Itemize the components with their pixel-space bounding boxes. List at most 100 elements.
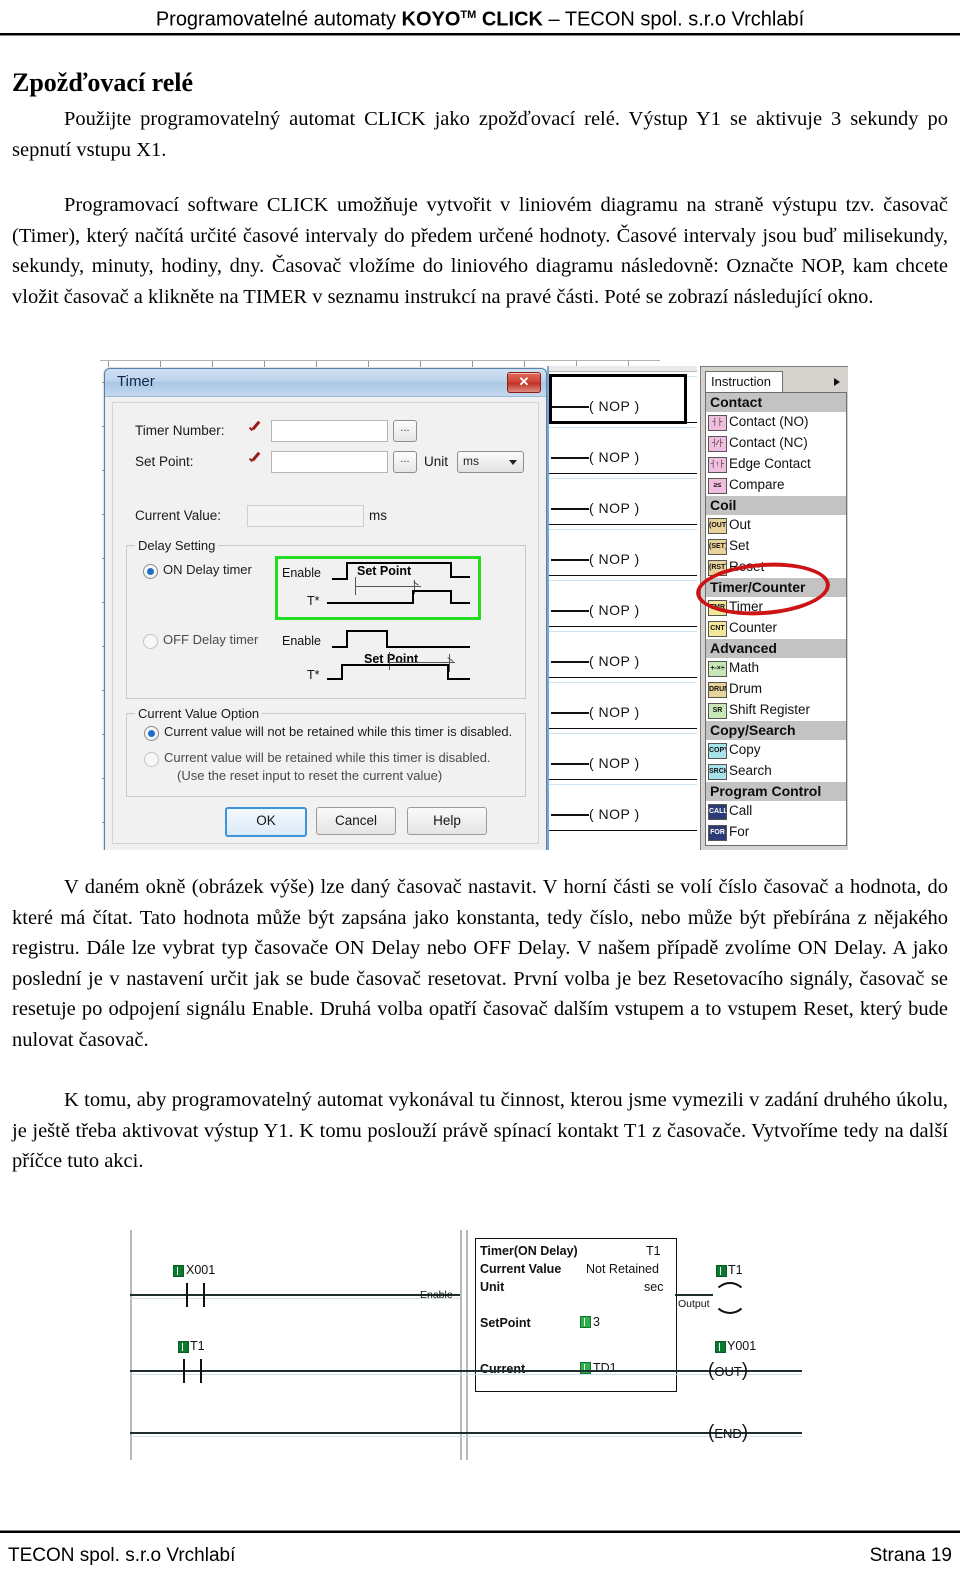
delay-setting-group-label: Delay Setting bbox=[135, 538, 219, 553]
ok-button[interactable]: OK bbox=[225, 807, 307, 837]
off-delay-radio[interactable] bbox=[143, 634, 158, 649]
paragraph-4: K tomu, aby programovatelný automat vyko… bbox=[12, 1089, 948, 1172]
current-value-label: Current Value: bbox=[135, 508, 222, 523]
instruction-item-search[interactable]: SRCH Search bbox=[706, 761, 846, 782]
instruction-item-drum[interactable]: DRUMDrum bbox=[706, 679, 846, 700]
timer-block-line2-left: Current Value bbox=[480, 1262, 562, 1276]
contact-no-icon: ┤├ bbox=[708, 415, 727, 431]
instruction-item-contact-no[interactable]: ┤├ Contact (NO) bbox=[706, 412, 846, 433]
on-delay-label: ON Delay timer bbox=[163, 562, 252, 577]
timer-dialog: Timer ✕ Timer Number: ... Set Point: ...… bbox=[104, 368, 547, 850]
click-software-screenshot: Timer ✕ Timer Number: ... Set Point: ...… bbox=[100, 358, 848, 850]
instruction-category-header: Advanced bbox=[706, 639, 846, 658]
tab-instruction[interactable]: Instruction bbox=[705, 371, 783, 392]
ladder-rung-line bbox=[549, 728, 697, 729]
ladder-rung-separator bbox=[549, 733, 697, 734]
on-delay-enable-label: Enable bbox=[282, 566, 321, 580]
header-title: Programovatelné automaty KOYOTM CLICK – … bbox=[0, 2, 960, 33]
instruction-item-shift-register[interactable]: SR Shift Register bbox=[706, 700, 846, 721]
instruction-item-set[interactable]: (SET) Set bbox=[706, 536, 846, 557]
current-value-retained-radio[interactable] bbox=[144, 752, 159, 767]
ladder-rung-line bbox=[549, 626, 697, 627]
instruction-item-reset[interactable]: (RST) Reset bbox=[706, 557, 846, 578]
current-value-retained-note: (Use the reset input to reset the curren… bbox=[177, 768, 443, 783]
instruction-category-header: Coil bbox=[706, 496, 846, 515]
instruction-item-label: Reset bbox=[729, 559, 765, 574]
on-delay-radio[interactable] bbox=[143, 564, 158, 579]
instruction-item-timer[interactable]: TMR Timer bbox=[706, 597, 846, 618]
instruction-item-edge-contact[interactable]: ┤↑├ Edge Contact bbox=[706, 454, 846, 475]
instruction-item-label: Timer bbox=[729, 599, 763, 614]
contact-x001-label: X001 bbox=[186, 1263, 216, 1277]
instruction-item-contact-nc[interactable]: ┤∕├ Contact (NC) bbox=[706, 433, 846, 454]
set-point-valid-check-icon bbox=[247, 454, 263, 468]
out-coil-icon: (OUT) bbox=[708, 518, 727, 534]
instruction-item-compare[interactable]: ≥≤ Compare bbox=[706, 475, 846, 496]
timer-block-line1-right: T1 bbox=[646, 1244, 661, 1258]
timer-block-setpoint-value: 3 bbox=[593, 1315, 600, 1329]
off-delay-enable-label: Enable bbox=[282, 634, 321, 648]
unit-select[interactable]: ms bbox=[457, 451, 524, 473]
instruction-item-counter[interactable]: CNT Counter bbox=[706, 618, 846, 639]
close-icon[interactable]: ✕ bbox=[507, 372, 541, 393]
ladder-nop-instruction[interactable]: ( NOP ) bbox=[589, 755, 640, 771]
current-value-not-retained-radio[interactable] bbox=[144, 726, 159, 741]
instruction-category-header: Timer/Counter bbox=[706, 578, 846, 597]
ladder-nop-instruction[interactable]: ( NOP ) bbox=[589, 500, 640, 516]
instruction-item-label: Compare bbox=[729, 477, 785, 492]
coil-end[interactable]: (END) bbox=[708, 1422, 748, 1444]
search-icon: SRCH bbox=[708, 764, 727, 780]
edge-contact-icon: ┤↑├ bbox=[708, 457, 727, 473]
coil-t1[interactable] bbox=[713, 1282, 747, 1314]
current-value-input bbox=[247, 505, 364, 527]
shift-register-icon: SR bbox=[708, 703, 727, 719]
setpoint-bit-icon bbox=[580, 1316, 591, 1328]
ladder-nop-instruction[interactable]: ( NOP ) bbox=[589, 449, 640, 465]
ladder-nop-instruction[interactable]: ( NOP ) bbox=[589, 806, 640, 822]
footer-divider bbox=[0, 1530, 960, 1533]
instruction-category-header: Copy/Search bbox=[706, 721, 846, 740]
ladder-rung-wire bbox=[551, 457, 589, 459]
coil-end-right-paren: ) bbox=[741, 1422, 749, 1443]
ladder-rung-line bbox=[549, 524, 697, 525]
instruction-item-label: Search bbox=[729, 763, 772, 778]
on-delay-setpoint-label: Set Point bbox=[357, 564, 412, 578]
on-delay-waveform: Enable Set Point T* bbox=[275, 556, 475, 614]
instruction-list[interactable]: Contact ┤├ Contact (NO) ┤∕├ Contact (NC) ┤↑├ E… bbox=[705, 392, 847, 846]
timer-number-label: Timer Number: bbox=[135, 423, 225, 438]
coil-out[interactable]: (OUT) bbox=[708, 1360, 748, 1382]
output-label: Output bbox=[678, 1298, 710, 1310]
timer-dialog-body: Timer Number: ... Set Point: ... Unit ms… bbox=[112, 402, 539, 844]
chevron-right-icon[interactable] bbox=[834, 378, 840, 386]
set-point-browse-button[interactable]: ... bbox=[393, 451, 417, 473]
ladder-nop-instruction[interactable]: ( NOP ) bbox=[589, 653, 640, 669]
cancel-button[interactable]: Cancel bbox=[316, 807, 396, 835]
ladder-nop-instruction[interactable]: ( NOP ) bbox=[589, 704, 640, 720]
ladder-rung-line bbox=[549, 473, 697, 474]
instruction-item-next[interactable]: NXTNext bbox=[706, 843, 846, 845]
ladder-rung-line bbox=[549, 575, 697, 576]
set-point-input[interactable] bbox=[271, 451, 388, 473]
instruction-item-out[interactable]: (OUT) Out bbox=[706, 515, 846, 536]
ladder-rung-separator bbox=[549, 682, 697, 683]
document-page: Programovatelné automaty KOYOTM CLICK – … bbox=[0, 0, 960, 1589]
ladder-nop-instruction[interactable]: ( NOP ) bbox=[589, 551, 640, 567]
timer-number-browse-button[interactable]: ... bbox=[393, 420, 417, 442]
ladder-selected-cell bbox=[549, 374, 687, 424]
instruction-item-label: For bbox=[729, 824, 750, 839]
ladder-nop-instruction[interactable]: ( NOP ) bbox=[589, 602, 640, 618]
instruction-item-call[interactable]: CALL Call bbox=[706, 801, 846, 822]
timer-number-input[interactable] bbox=[271, 420, 388, 442]
current-value-retained-label: Current value will be retained while thi… bbox=[164, 750, 491, 765]
header-dash: – bbox=[542, 8, 565, 31]
help-button[interactable]: Help bbox=[407, 807, 487, 835]
timer-number-valid-check-icon bbox=[247, 423, 263, 437]
instruction-item-math[interactable]: +-×÷ Math bbox=[706, 658, 846, 679]
instruction-item-copy[interactable]: COPY Copy bbox=[706, 740, 846, 761]
instruction-item-for[interactable]: FOR For bbox=[706, 822, 846, 843]
timer-block-line1-left: Timer(ON Delay) bbox=[480, 1244, 578, 1258]
current-value-option-group-label: Current Value Option bbox=[135, 706, 263, 721]
page-title: Zpožďovací relé bbox=[12, 68, 194, 97]
timer-block-line3-left: Unit bbox=[480, 1280, 505, 1294]
ladder-rung-wire bbox=[551, 610, 589, 612]
